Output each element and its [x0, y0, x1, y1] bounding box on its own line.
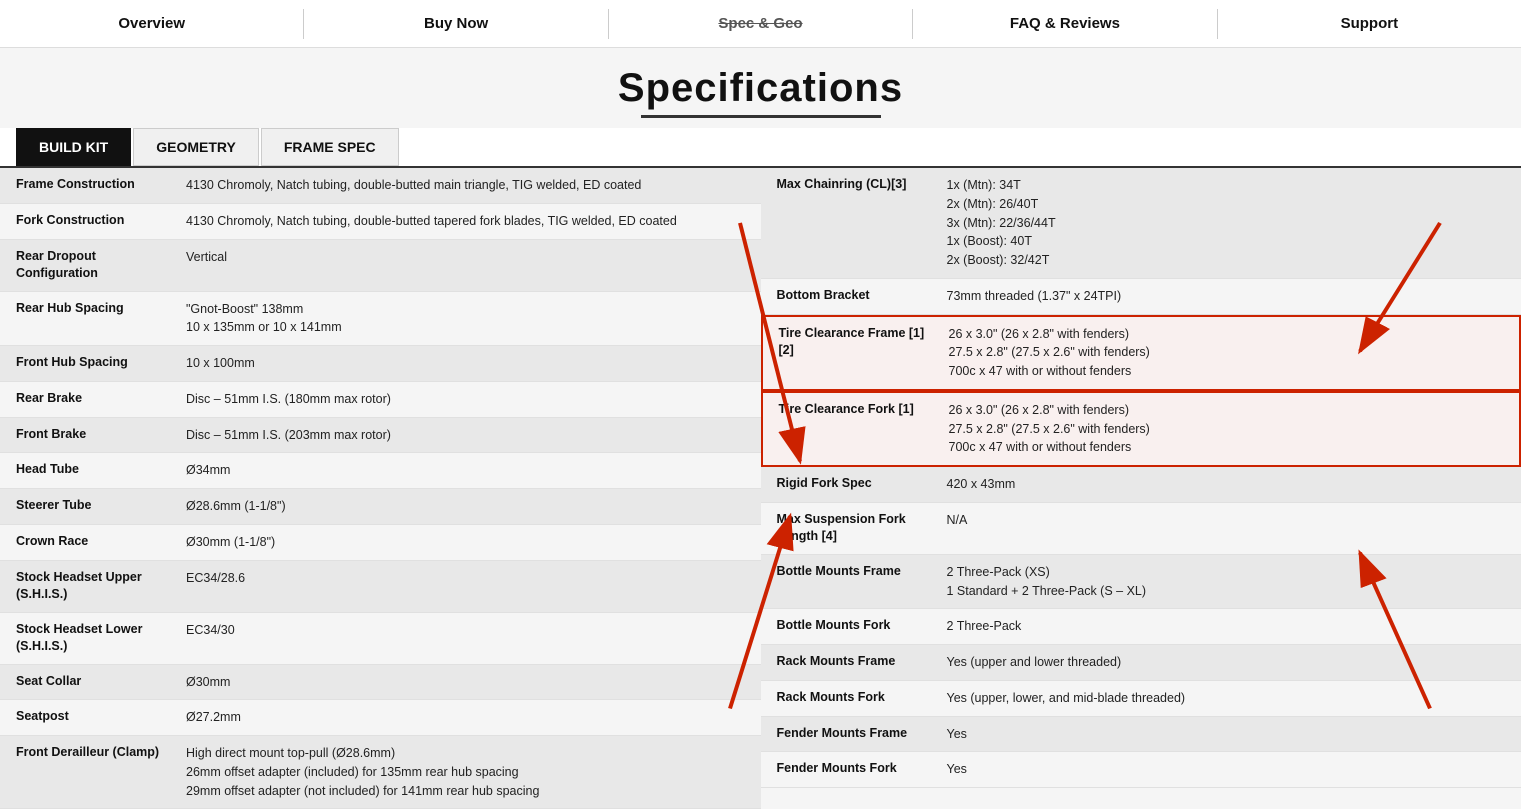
spec-row: Front BrakeDisc – 51mm I.S. (203mm max r…	[0, 418, 761, 454]
spec-value: EC34/30	[186, 621, 745, 640]
spec-label: Rack Mounts Fork	[777, 689, 947, 707]
spec-label: Max Suspension Fork Length [4]	[777, 511, 947, 546]
spec-label: Fork Construction	[16, 212, 186, 230]
spec-row: Crown RaceØ30mm (1-1/8")	[0, 525, 761, 561]
spec-row: Stock Headset Upper (S.H.I.S.)EC34/28.6	[0, 561, 761, 613]
spec-value: Yes	[947, 760, 1506, 779]
spec-value: 73mm threaded (1.37" x 24TPI)	[947, 287, 1506, 306]
nav-support[interactable]: Support	[1218, 1, 1521, 46]
spec-row: Fender Mounts FrameYes	[761, 717, 1521, 753]
spec-value: Ø28.6mm (1-1/8")	[186, 497, 745, 516]
spec-row: Rear BrakeDisc – 51mm I.S. (180mm max ro…	[0, 382, 761, 418]
spec-label: Bottle Mounts Frame	[777, 563, 947, 581]
spec-row: Front Hub Spacing10 x 100mm	[0, 346, 761, 382]
spec-value: Ø27.2mm	[186, 708, 745, 727]
spec-row: Head TubeØ34mm	[0, 453, 761, 489]
spec-row: Frame Construction4130 Chromoly, Natch t…	[0, 168, 761, 204]
spec-value: 420 x 43mm	[947, 475, 1506, 494]
title-underline	[641, 115, 881, 118]
spec-row: Fender Mounts ForkYes	[761, 752, 1521, 788]
spec-value: 1x (Mtn): 34T 2x (Mtn): 26/40T 3x (Mtn):…	[947, 176, 1506, 270]
spec-label: Frame Construction	[16, 176, 186, 194]
nav-overview[interactable]: Overview	[0, 1, 303, 46]
spec-label: Front Derailleur (Clamp)	[16, 744, 186, 762]
spec-row: Front Derailleur (Clamp)High direct moun…	[0, 736, 761, 809]
spec-value: 10 x 100mm	[186, 354, 745, 373]
page-title: Specifications	[0, 66, 1521, 111]
spec-value: N/A	[947, 511, 1506, 530]
spec-label: Steerer Tube	[16, 497, 186, 515]
spec-value: Ø30mm (1-1/8")	[186, 533, 745, 552]
spec-row: Bottle Mounts Frame2 Three-Pack (XS) 1 S…	[761, 555, 1521, 610]
tab-geometry[interactable]: GEOMETRY	[133, 128, 259, 166]
spec-value: 2 Three-Pack	[947, 617, 1506, 636]
spec-label: Bottle Mounts Fork	[777, 617, 947, 635]
spec-value: Disc – 51mm I.S. (180mm max rotor)	[186, 390, 745, 409]
spec-row: Rack Mounts ForkYes (upper, lower, and m…	[761, 681, 1521, 717]
spec-label: Seat Collar	[16, 673, 186, 691]
spec-label: Fender Mounts Fork	[777, 760, 947, 778]
nav-buy-now[interactable]: Buy Now	[304, 1, 607, 46]
spec-value: High direct mount top-pull (Ø28.6mm) 26m…	[186, 744, 745, 800]
spec-value: 4130 Chromoly, Natch tubing, double-butt…	[186, 212, 745, 231]
spec-label: Head Tube	[16, 461, 186, 479]
spec-row: Bottle Mounts Fork2 Three-Pack	[761, 609, 1521, 645]
spec-label: Rear Hub Spacing	[16, 300, 186, 318]
spec-label: Rear Brake	[16, 390, 186, 408]
spec-value: Disc – 51mm I.S. (203mm max rotor)	[186, 426, 745, 445]
spec-label: Rigid Fork Spec	[777, 475, 947, 493]
spec-value: Vertical	[186, 248, 745, 267]
spec-label: Tire Clearance Fork [1]	[779, 401, 949, 419]
spec-row: Tire Clearance Fork [1]26 x 3.0" (26 x 2…	[761, 391, 1521, 467]
spec-value: Yes	[947, 725, 1506, 744]
spec-row: Rack Mounts FrameYes (upper and lower th…	[761, 645, 1521, 681]
spec-label: Fender Mounts Frame	[777, 725, 947, 743]
nav-faq[interactable]: FAQ & Reviews	[913, 1, 1216, 46]
spec-value: 26 x 3.0" (26 x 2.8" with fenders) 27.5 …	[949, 325, 1504, 381]
spec-label: Stock Headset Upper (S.H.I.S.)	[16, 569, 186, 604]
main-content: Frame Construction4130 Chromoly, Natch t…	[0, 168, 1521, 809]
spec-row: Rear Dropout ConfigurationVertical	[0, 240, 761, 292]
spec-value: 2 Three-Pack (XS) 1 Standard + 2 Three-P…	[947, 563, 1506, 601]
spec-label: Seatpost	[16, 708, 186, 726]
spec-label: Max Chainring (CL)[3]	[777, 176, 947, 194]
left-specs-col: Frame Construction4130 Chromoly, Natch t…	[0, 168, 761, 809]
top-navigation: Overview Buy Now Spec & Geo FAQ & Review…	[0, 0, 1521, 48]
spec-label: Rack Mounts Frame	[777, 653, 947, 671]
tab-frame-spec[interactable]: FRAME SPEC	[261, 128, 399, 166]
spec-label: Crown Race	[16, 533, 186, 551]
spec-value: Yes (upper and lower threaded)	[947, 653, 1506, 672]
spec-value: Ø34mm	[186, 461, 745, 480]
spec-value: Yes (upper, lower, and mid-blade threade…	[947, 689, 1506, 708]
page-title-section: Specifications	[0, 48, 1521, 128]
spec-value: "Gnot-Boost" 138mm 10 x 135mm or 10 x 14…	[186, 300, 745, 338]
spec-value: 4130 Chromoly, Natch tubing, double-butt…	[186, 176, 745, 195]
spec-row: Steerer TubeØ28.6mm (1-1/8")	[0, 489, 761, 525]
spec-label: Front Hub Spacing	[16, 354, 186, 372]
spec-label: Rear Dropout Configuration	[16, 248, 186, 283]
spec-row: Rear Hub Spacing"Gnot-Boost" 138mm 10 x …	[0, 292, 761, 347]
spec-label: Stock Headset Lower (S.H.I.S.)	[16, 621, 186, 656]
right-specs-col: Max Chainring (CL)[3]1x (Mtn): 34T 2x (M…	[761, 168, 1521, 809]
spec-row: Tire Clearance Frame [1][2]26 x 3.0" (26…	[761, 315, 1521, 391]
spec-row: Max Suspension Fork Length [4]N/A	[761, 503, 1521, 555]
nav-spec-geo[interactable]: Spec & Geo	[609, 1, 912, 46]
spec-row: Max Chainring (CL)[3]1x (Mtn): 34T 2x (M…	[761, 168, 1521, 279]
spec-row: SeatpostØ27.2mm	[0, 700, 761, 736]
spec-label: Front Brake	[16, 426, 186, 444]
spec-value: Ø30mm	[186, 673, 745, 692]
spec-label: Bottom Bracket	[777, 287, 947, 305]
tab-build-kit[interactable]: BUILD KIT	[16, 128, 131, 166]
spec-row: Fork Construction4130 Chromoly, Natch tu…	[0, 204, 761, 240]
spec-row: Stock Headset Lower (S.H.I.S.)EC34/30	[0, 613, 761, 665]
content-wrapper: Frame Construction4130 Chromoly, Natch t…	[0, 168, 1521, 809]
spec-label: Tire Clearance Frame [1][2]	[779, 325, 949, 360]
spec-row: Seat CollarØ30mm	[0, 665, 761, 701]
spec-value: 26 x 3.0" (26 x 2.8" with fenders) 27.5 …	[949, 401, 1504, 457]
spec-row: Bottom Bracket73mm threaded (1.37" x 24T…	[761, 279, 1521, 315]
spec-row: Rigid Fork Spec420 x 43mm	[761, 467, 1521, 503]
tabs-row: BUILD KIT GEOMETRY FRAME SPEC	[0, 128, 1521, 168]
spec-value: EC34/28.6	[186, 569, 745, 588]
